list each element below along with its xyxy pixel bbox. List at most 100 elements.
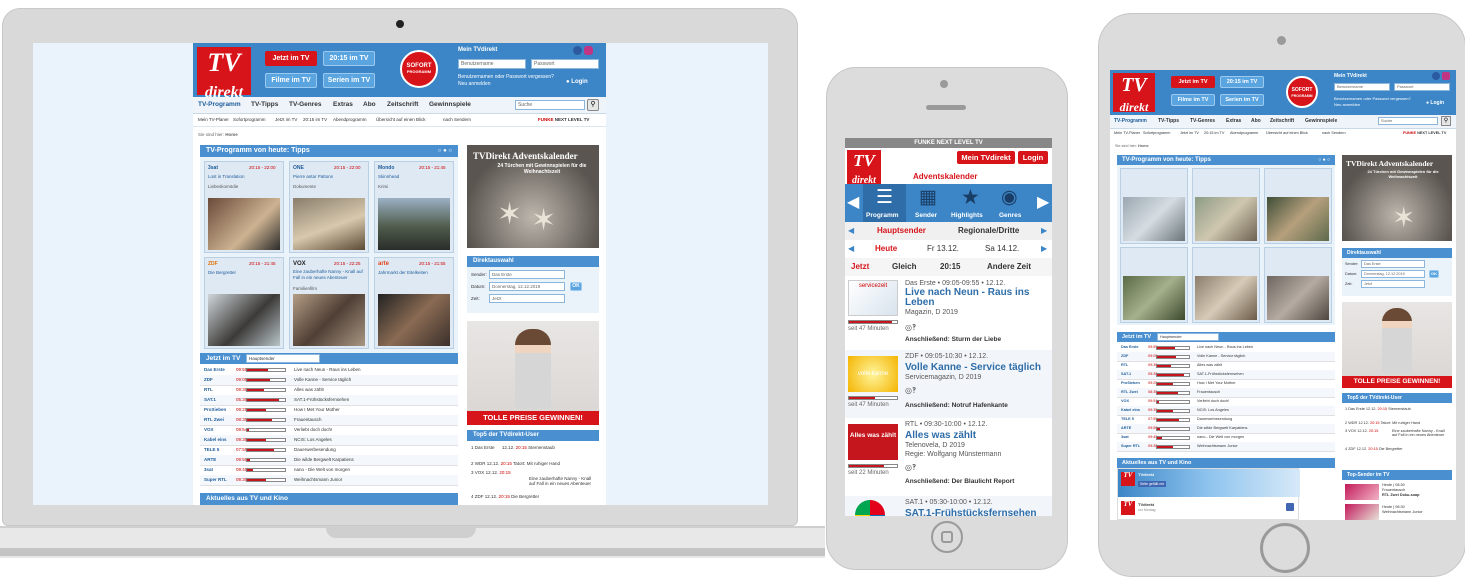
search-icon[interactable]: ⚲ — [1441, 116, 1451, 126]
prev-arrow-icon[interactable]: ◀ — [847, 192, 859, 212]
tab-hauptsender[interactable]: Hauptsender — [877, 226, 926, 235]
login-button[interactable]: ● Login — [566, 79, 588, 85]
breadcrumb-home[interactable]: Home — [1138, 144, 1149, 148]
forgot-link[interactable]: Benutzernamen oder Passwort vergessen? — [1334, 96, 1411, 101]
prev-arrow-icon[interactable]: ◀ — [848, 244, 854, 253]
nav-programm[interactable]: ☰ Programm — [863, 184, 906, 222]
tvdirekt-logo[interactable]: TV direkt — [197, 47, 251, 101]
zeit-select[interactable]: Jetzt — [489, 294, 565, 303]
submenu-abend[interactable]: Abendprogramm — [333, 117, 367, 122]
submenu-uebersicht[interactable]: Übersicht auf einen Blick — [376, 117, 426, 122]
next-arrow-icon[interactable]: ▶ — [1041, 226, 1047, 235]
zeit-select[interactable]: Jetzt — [1361, 280, 1425, 288]
tip-card[interactable] — [1120, 168, 1188, 244]
datum-select[interactable]: Donnerstag, 12.12.2019 — [1361, 270, 1425, 278]
menu-extras[interactable]: Extras — [1226, 118, 1241, 124]
top5-item[interactable]: 2 WDR 12.12. 20:15 Tatort: Mit ruhiger H… — [471, 461, 560, 466]
top-sender-title-text[interactable]: Weihnachtsmann Junior — [1382, 510, 1423, 514]
jetzt-im-tv-button[interactable]: Jetzt im TV — [265, 51, 317, 66]
submenu-tv-planer[interactable]: Mein TV-Planer — [198, 117, 229, 122]
show-item[interactable]: SAT.1 • 05:30-10:00 • 12.12. SAT.1-Frühs… — [845, 496, 1052, 516]
menu-zeitschrift[interactable]: Zeitschrift — [1270, 118, 1294, 124]
advent-banner[interactable]: TVDirekt Adventskalender 24 Türchen mit … — [1342, 155, 1452, 241]
forgot-link[interactable]: Benutzernamen oder Passwort vergessen? — [458, 74, 554, 80]
ok-button[interactable]: OK — [570, 282, 582, 291]
nav-genres[interactable]: ◉ Genres — [992, 184, 1035, 222]
search-icon[interactable]: ⚲ — [587, 99, 599, 111]
ok-button[interactable]: OK — [1429, 270, 1439, 278]
tip-card[interactable]: ONE 20:15 - 22:00 Pierre antar Pattons D… — [289, 161, 369, 253]
datum-select[interactable]: Donnerstag, 12.12.2019 — [489, 282, 565, 291]
show-item[interactable]: Alles was zählt seit 22 Minuten RTL • 09… — [845, 418, 1052, 497]
menu-zeitschrift[interactable]: Zeitschrift — [387, 101, 418, 108]
password-input[interactable]: Passwort — [1394, 83, 1450, 91]
2015-im-tv-button[interactable]: 20:15 im TV — [1220, 76, 1264, 88]
facebook-widget[interactable]: TV TVdirekt Seite gefällt mir TV TVdirek… — [1117, 468, 1300, 520]
serien-im-tv-button[interactable]: Serien im TV — [323, 73, 375, 88]
register-link[interactable]: Neu anmelden — [458, 81, 491, 87]
tip-card[interactable] — [1192, 168, 1260, 244]
sender-select[interactable]: Das Erste — [489, 270, 565, 279]
submenu-sender[interactable]: nach Sendern — [443, 117, 471, 122]
filme-im-tv-button[interactable]: Filme im TV — [265, 73, 317, 88]
next-arrow-icon[interactable]: ▶ — [1041, 244, 1047, 253]
nav-highlights[interactable]: ★ Highlights — [949, 184, 992, 222]
login-button[interactable]: Login — [1018, 151, 1048, 164]
submenu-sofortprogramm[interactable]: Sofortprogramm — [1143, 131, 1170, 135]
sender-select[interactable]: Das Erste — [1361, 260, 1425, 268]
username-input[interactable]: Benutzername — [1334, 83, 1390, 91]
menu-gewinnspiele[interactable]: Gewinnspiele — [1305, 118, 1337, 124]
tab-2015[interactable]: 20:15 — [940, 262, 960, 271]
menu-abo[interactable]: Abo — [363, 101, 376, 108]
tvdirekt-logo[interactable]: TV direkt — [847, 150, 881, 186]
menu-gewinnspiele[interactable]: Gewinnspiele — [429, 101, 471, 108]
login-button[interactable]: ● Login — [1426, 100, 1444, 106]
facebook-icon[interactable] — [1432, 72, 1440, 80]
menu-tv-genres[interactable]: TV-Genres — [1190, 118, 1215, 124]
next-arrow-icon[interactable]: ▶ — [1037, 192, 1049, 212]
sofortprogramm-button[interactable]: SOFORT PROGRAMM — [1286, 76, 1318, 108]
carousel-dots[interactable]: ○ ● ○ — [1318, 155, 1330, 165]
show-next[interactable]: Anschließend: Notruf Hafenkante — [905, 402, 1008, 409]
top-sender-title-text[interactable]: Frauentausch — [1382, 488, 1405, 492]
submenu-tv-planer[interactable]: Mein TV-Planer — [1114, 131, 1140, 135]
top5-item[interactable]: 1 Das Erste 12.12. 20:15 Sternenstaub — [471, 445, 555, 450]
top5-item[interactable]: 3 VOX 12.12. 20:15 — [471, 470, 511, 475]
now-row[interactable]: Super RTL 09:30 Weihnachtsmann Junior — [200, 475, 458, 486]
top5-item[interactable]: 1 Das Erste 12.12. 20:15 Sternenstaub — [1345, 407, 1411, 411]
tip-card[interactable]: VOX 20:15 - 22:25 Eine zauberhafte Nanny… — [289, 257, 369, 349]
tip-card[interactable] — [1264, 247, 1332, 323]
tab-andere-zeit[interactable]: Andere Zeit — [987, 262, 1031, 271]
sofortprogramm-button[interactable]: SOFORT PROGRAMM — [400, 50, 438, 88]
tip-card[interactable] — [1192, 247, 1260, 323]
top5-item[interactable]: 2 WDR 12.12. 20:15 Tatort: Mit ruhiger H… — [1345, 421, 1420, 425]
show-item[interactable]: volle kanne seit 47 Minuten ZDF • 09:05-… — [845, 350, 1052, 419]
top5-item[interactable]: 3 VOX 12.12. 20:15 — [1345, 429, 1378, 433]
tvdirekt-logo[interactable]: TV direkt — [1113, 73, 1155, 113]
menu-tv-programm[interactable]: TV-Programm — [198, 101, 241, 108]
tip-card[interactable] — [1264, 168, 1332, 244]
tab-fr[interactable]: Fr 13.12. — [927, 244, 959, 253]
facebook-icon[interactable] — [1286, 503, 1294, 511]
tip-card[interactable]: ZDF 20:15 - 21:45 Die Bergretter — [204, 257, 284, 349]
facebook-like-button[interactable]: Seite gefällt mir — [1138, 481, 1167, 487]
register-link[interactable]: Neu anmelden — [1334, 102, 1360, 107]
show-next[interactable]: Anschließend: Sturm der Liebe — [905, 336, 1001, 343]
tip-card[interactable]: arte 20:15 - 21:55 Jahrmarkt der Eitelke… — [374, 257, 454, 349]
facebook-icon[interactable] — [573, 46, 582, 55]
submenu-abend[interactable]: Abendprogramm — [1230, 131, 1258, 135]
search-input[interactable]: Suche — [1378, 117, 1438, 125]
menu-extras[interactable]: Extras — [333, 101, 353, 108]
tip-card[interactable]: 3sat 20:15 - 22:00 Lost in Translation L… — [204, 161, 284, 253]
submenu-uebersicht[interactable]: Übersicht auf einen Blick — [1266, 131, 1308, 135]
advent-banner[interactable]: TVDirekt Adventskalender 24 Türchen mit … — [467, 145, 599, 248]
mein-tvdirekt-button[interactable]: Mein TVdirekt — [957, 151, 1015, 164]
carousel-dots[interactable]: ○ ● ○ — [438, 145, 452, 157]
search-input[interactable]: Suche — [515, 100, 585, 110]
show-next[interactable]: Anschließend: Der Blaulicht Report — [905, 478, 1014, 485]
menu-tv-tipps[interactable]: TV-Tipps — [251, 101, 278, 108]
instagram-icon[interactable] — [584, 46, 593, 55]
menu-tv-programm[interactable]: TV-Programm — [1114, 118, 1147, 124]
submenu-2015[interactable]: 20:15 im TV — [1204, 131, 1224, 135]
submenu-jetzt[interactable]: Jetzt im TV — [275, 117, 297, 122]
